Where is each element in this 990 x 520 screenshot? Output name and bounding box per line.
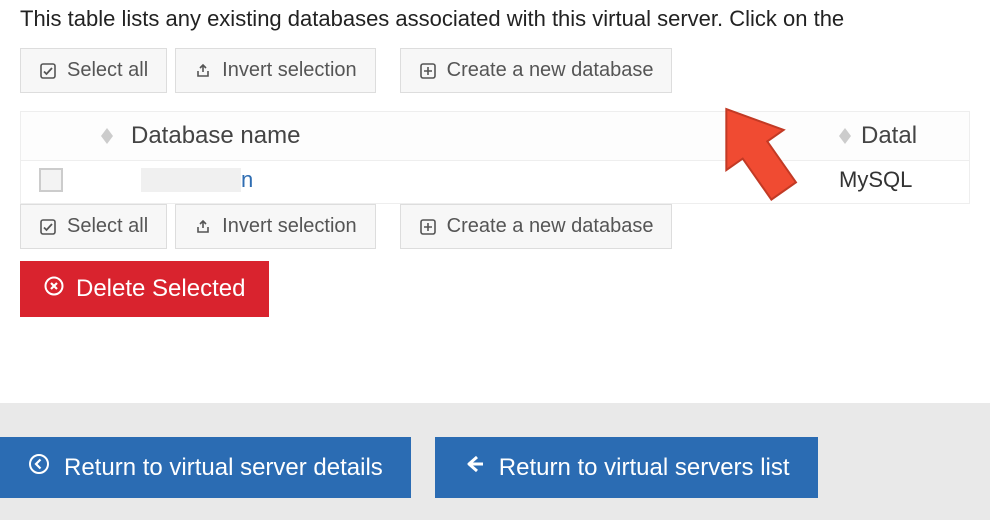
intro-text: This table lists any existing databases … [0, 0, 990, 44]
row-database-name[interactable]: n [81, 167, 839, 193]
circle-arrow-left-icon [28, 453, 50, 482]
return-list-label: Return to virtual servers list [499, 454, 790, 482]
footer-bar: Return to virtual server details Return … [0, 403, 990, 520]
column-header-type[interactable]: Datal [839, 122, 969, 150]
column-header-type-label: Datal [861, 122, 917, 150]
select-all-button[interactable]: Select all [20, 48, 167, 93]
return-list-button[interactable]: Return to virtual servers list [435, 437, 818, 498]
table-row: n MySQL [21, 161, 969, 203]
database-name-link[interactable]: n [241, 167, 253, 193]
create-database-button[interactable]: Create a new database [400, 48, 673, 93]
share-icon [194, 218, 212, 236]
table-header-row: Database name Datal [21, 112, 969, 161]
plus-square-icon [419, 218, 437, 236]
row-database-type: MySQL [839, 167, 969, 193]
delete-selected-label: Delete Selected [76, 275, 245, 303]
select-all-label: Select all [67, 215, 148, 238]
redacted-name [141, 168, 241, 192]
row-checkbox[interactable] [39, 168, 63, 192]
arrow-left-icon [463, 453, 485, 482]
invert-selection-button[interactable]: Invert selection [175, 48, 376, 93]
return-details-label: Return to virtual server details [64, 454, 383, 482]
times-circle-icon [44, 275, 64, 303]
column-sort-indicator[interactable] [21, 128, 131, 144]
plus-square-icon [419, 62, 437, 80]
select-all-label: Select all [67, 59, 148, 82]
column-header-name[interactable]: Database name [131, 122, 839, 150]
check-square-icon [39, 62, 57, 80]
sort-icon [839, 128, 851, 144]
create-database-button[interactable]: Create a new database [400, 204, 673, 249]
check-square-icon [39, 218, 57, 236]
create-database-label: Create a new database [447, 215, 654, 238]
invert-selection-label: Invert selection [222, 215, 357, 238]
select-all-button[interactable]: Select all [20, 204, 167, 249]
return-details-button[interactable]: Return to virtual server details [0, 437, 411, 498]
create-database-label: Create a new database [447, 59, 654, 82]
share-icon [194, 62, 212, 80]
toolbar-bottom: Select all Invert selection Create a new… [0, 204, 990, 253]
delete-selected-button[interactable]: Delete Selected [20, 261, 269, 317]
sort-icon [101, 128, 113, 144]
column-header-name-label: Database name [131, 122, 300, 150]
database-table: Database name Datal n MySQL [20, 111, 970, 204]
invert-selection-button[interactable]: Invert selection [175, 204, 376, 249]
toolbar-top: Select all Invert selection Create a new… [0, 44, 990, 97]
invert-selection-label: Invert selection [222, 59, 357, 82]
